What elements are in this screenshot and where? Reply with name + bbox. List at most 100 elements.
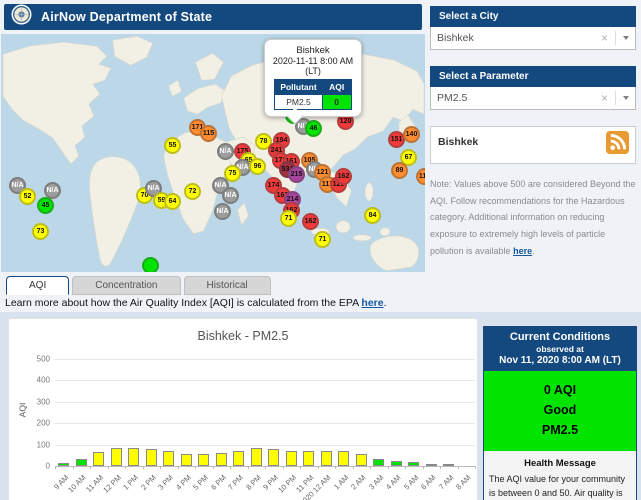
chart-bar[interactable] <box>58 463 69 466</box>
x-tick-label: 12 PM <box>101 473 123 495</box>
chart-bar[interactable] <box>111 448 122 466</box>
popup-col-aqi: AQI <box>322 80 351 95</box>
x-tick-label: 3 AM <box>367 473 385 491</box>
chart-bar[interactable] <box>286 451 297 466</box>
chart-bar[interactable] <box>321 451 332 466</box>
chart-bar[interactable] <box>303 451 314 466</box>
chart-bar[interactable] <box>76 459 87 466</box>
popup-datetime: 2020-11-11 8:00 AM <box>268 56 358 66</box>
chart-plot-area: 01002003004005009 AM10 AM11 AM12 PM1 PM2… <box>55 359 475 466</box>
map-marker[interactable]: 45 <box>37 197 54 214</box>
map-marker[interactable]: 71 <box>314 231 331 248</box>
clear-city-icon[interactable]: × <box>601 31 616 45</box>
y-tick-label: 500 <box>37 355 50 364</box>
x-tick-label: 5 PM <box>191 473 210 492</box>
x-tick <box>125 466 126 469</box>
map-marker[interactable]: 64 <box>164 193 181 210</box>
y-tick-label: 100 <box>37 440 50 449</box>
tab-concentration[interactable]: Concentration <box>72 276 180 295</box>
chart-bar[interactable] <box>356 454 367 466</box>
x-tick <box>370 466 371 469</box>
map-marker[interactable]: 84 <box>364 207 381 224</box>
select-city-panel: Select a City Bishkek × <box>430 6 636 50</box>
x-tick-label: 1 AM <box>332 473 350 491</box>
chart-title: Bishkek - PM2.5 <box>9 329 477 343</box>
chart-bar[interactable] <box>268 449 279 466</box>
map-marker[interactable]: 115 <box>200 125 217 142</box>
map-marker[interactable]: 140 <box>403 126 420 143</box>
chart-bar[interactable] <box>338 451 349 466</box>
map-popup: Bishkek 2020-11-11 8:00 AM (LT) Pollutan… <box>264 39 362 117</box>
map-marker[interactable]: 162 <box>302 213 319 230</box>
tab-bar: AQIConcentrationHistorical <box>6 275 274 294</box>
chevron-down-icon[interactable] <box>623 96 629 100</box>
select-parameter-panel: Select a Parameter PM2.5 × <box>430 66 636 110</box>
map-marker[interactable]: 96 <box>249 158 266 175</box>
map-marker[interactable]: 72 <box>184 183 201 200</box>
x-tick-label: 7 AM <box>437 473 455 491</box>
popup-timezone: (LT) <box>268 66 358 76</box>
parameter-select[interactable]: PM2.5 × <box>430 87 636 110</box>
x-tick-label: 5 AM <box>402 473 420 491</box>
x-tick <box>335 466 336 469</box>
chart-bar[interactable] <box>181 454 192 466</box>
tab-aqi[interactable]: AQI <box>6 276 69 295</box>
map-marker[interactable]: 89 <box>391 162 408 179</box>
rss-icon[interactable] <box>606 131 629 159</box>
x-tick <box>55 466 56 469</box>
x-tick <box>143 466 144 469</box>
map-marker[interactable]: N/A <box>214 203 231 220</box>
map-marker[interactable]: 73 <box>32 223 49 240</box>
x-tick-label: 2 AM <box>349 473 367 491</box>
current-aqi-category: Good <box>484 400 636 420</box>
popup-city: Bishkek <box>268 45 358 56</box>
current-aqi-value: 0 AQI <box>484 380 636 400</box>
city-select[interactable]: Bishkek × <box>430 27 636 50</box>
chevron-down-icon[interactable] <box>623 36 629 40</box>
app-header: AirNow Department of State <box>4 4 422 30</box>
chart-bar[interactable] <box>408 462 419 466</box>
chart-bar[interactable] <box>128 448 139 466</box>
map-marker[interactable]: 215 <box>288 166 305 183</box>
epa-here-link[interactable]: here <box>361 297 383 309</box>
x-tick <box>423 466 424 469</box>
map-marker[interactable]: N/A <box>217 143 234 160</box>
parameter-select-value: PM2.5 <box>437 92 467 104</box>
map-marker[interactable]: 71 <box>280 210 297 227</box>
x-tick-label: 2 PM <box>139 473 158 492</box>
x-tick <box>440 466 441 469</box>
chart-bar[interactable] <box>146 449 157 466</box>
x-tick <box>178 466 179 469</box>
chart-bar[interactable] <box>93 452 104 466</box>
map-marker[interactable]: 55 <box>164 137 181 154</box>
chart-bar[interactable] <box>163 451 174 466</box>
observed-datetime: Nov 11, 2020 8:00 AM (LT) <box>486 355 634 366</box>
chart-bar[interactable] <box>391 461 402 466</box>
map-marker[interactable]: 52 <box>19 188 36 205</box>
y-tick-label: 200 <box>37 419 50 428</box>
x-tick-label: 6 AM <box>419 473 437 491</box>
current-aqi-box: 0 AQI Good PM2.5 <box>484 371 636 451</box>
note-text: Note: Values above 500 are considered Be… <box>430 179 635 256</box>
x-tick-label: 8 AM <box>454 473 472 491</box>
x-tick <box>300 466 301 469</box>
map-marker[interactable]: 46 <box>305 120 322 137</box>
chart-bar[interactable] <box>426 464 437 466</box>
chart-bar[interactable] <box>233 451 244 466</box>
note-suffix: . <box>532 246 535 256</box>
city-select-value: Bishkek <box>437 32 474 44</box>
map-marker[interactable]: 162 <box>335 168 352 185</box>
chart-bar[interactable] <box>373 459 384 466</box>
map-marker[interactable]: N/A <box>222 187 239 204</box>
chart-bar[interactable] <box>216 453 227 466</box>
chart-bar[interactable] <box>198 454 209 466</box>
clear-parameter-icon[interactable]: × <box>601 91 616 105</box>
learn-more-suffix: . <box>384 297 387 309</box>
world-map[interactable]: N/A52N/A45735517111570N/A596472N/A17565N… <box>1 34 425 272</box>
state-department-seal-icon <box>11 4 32 30</box>
chart-bar[interactable] <box>251 448 262 466</box>
map-marker[interactable] <box>142 257 159 272</box>
chart-bar[interactable] <box>443 464 454 466</box>
note-here-link[interactable]: here <box>513 246 532 256</box>
tab-historical[interactable]: Historical <box>184 276 271 295</box>
